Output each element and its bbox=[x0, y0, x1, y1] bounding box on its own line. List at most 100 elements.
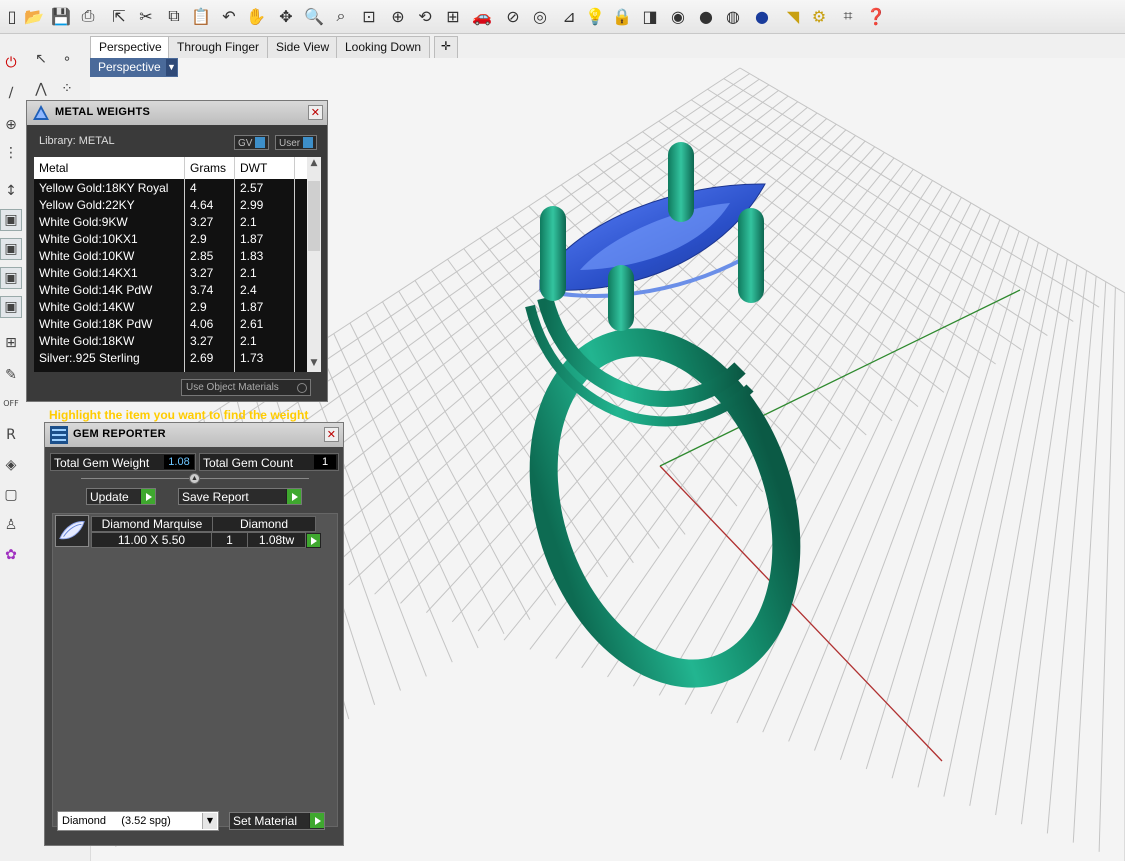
snap-icon[interactable]: ◎ bbox=[528, 4, 552, 28]
table-row[interactable]: White Gold:14K PdW 3.74 2.4 bbox=[34, 282, 306, 299]
metal-metal-cell: White Gold:10KW bbox=[39, 249, 135, 263]
box-edit-icon[interactable]: ▣ bbox=[0, 238, 22, 260]
splitter-handle-icon[interactable]: ▲ bbox=[189, 473, 200, 484]
metal-metal-cell: Silver:.925 Sterling bbox=[39, 351, 140, 365]
radius-icon[interactable]: R bbox=[0, 424, 22, 446]
export-icon[interactable]: ⇱ bbox=[107, 4, 131, 28]
car-icon[interactable]: 🚗 bbox=[470, 4, 494, 28]
frame-tool-icon[interactable]: ▢ bbox=[0, 484, 22, 506]
color-wheel-icon[interactable]: ◉ bbox=[666, 4, 690, 28]
move-tool-icon[interactable]: ↕ bbox=[0, 180, 22, 202]
undo-icon[interactable]: ↶ bbox=[217, 4, 241, 28]
table-row[interactable]: Silver:.925 Sterling 2.69 1.73 bbox=[34, 350, 306, 367]
open-folder-icon[interactable]: 📂 bbox=[22, 4, 46, 28]
scroll-down-icon[interactable]: ▼ bbox=[307, 358, 321, 372]
off-toggle-icon[interactable]: OFF bbox=[0, 392, 22, 414]
curve-tool-icon[interactable]: ∕ bbox=[0, 82, 22, 104]
figure-icon[interactable]: ♙ bbox=[0, 514, 22, 536]
table-row[interactable]: Yellow Gold:18KY Royal 4 2.57 bbox=[34, 180, 306, 197]
tab-perspective[interactable]: Perspective bbox=[90, 36, 171, 58]
tab-through-finger[interactable]: Through Finger bbox=[168, 36, 269, 58]
zoom-selected-icon[interactable]: ⊕ bbox=[386, 4, 410, 28]
tab-side-view[interactable]: Side View bbox=[267, 36, 339, 58]
table-row[interactable]: White Gold:18KW 3.27 2.1 bbox=[34, 333, 306, 350]
box-boolean-icon[interactable]: ▣ bbox=[0, 296, 22, 318]
box-tool-icon[interactable]: ▣ bbox=[0, 209, 22, 231]
settings-gear-icon[interactable]: ⚙ bbox=[807, 4, 831, 28]
metal-table-scrollbar[interactable]: ▲ ▼ bbox=[307, 157, 321, 372]
column-metal[interactable]: Metal bbox=[39, 161, 68, 175]
table-row[interactable]: White Gold:10KW 2.85 1.83 bbox=[34, 248, 306, 265]
save-report-button[interactable]: Save Report bbox=[178, 488, 302, 505]
viewport-layout-icon[interactable]: ⊞ bbox=[441, 4, 465, 28]
viewport-menu-icon[interactable]: ▼ bbox=[166, 59, 177, 76]
dimension-icon[interactable]: ⊞ bbox=[0, 332, 22, 354]
table-row[interactable]: White Gold:9KW 3.27 2.1 bbox=[34, 214, 306, 231]
close-icon[interactable]: ✕ bbox=[308, 105, 323, 120]
light-bulb-icon[interactable]: 💡 bbox=[583, 4, 607, 28]
hide-icon[interactable]: ⊘ bbox=[501, 4, 525, 28]
column-grams[interactable]: Grams bbox=[190, 161, 226, 175]
marquise-diamond[interactable] bbox=[539, 183, 766, 298]
use-object-materials-option[interactable]: Use Object Materials bbox=[181, 379, 311, 396]
undo-view-icon[interactable]: ⟲ bbox=[413, 4, 437, 28]
metal-table[interactable]: Metal Grams DWT Yellow Gold:18KY Royal 4 2… bbox=[34, 157, 321, 372]
zoom-extents-icon[interactable]: ⊡ bbox=[357, 4, 381, 28]
new-file-icon[interactable]: ▯ bbox=[0, 4, 24, 28]
metal-weights-titlebar[interactable]: METAL WEIGHTS ✕ bbox=[27, 101, 327, 125]
light-icon[interactable]: ◥ bbox=[781, 4, 805, 28]
save-icon[interactable]: 💾 bbox=[49, 4, 73, 28]
zoom-icon[interactable]: 🔍 bbox=[302, 4, 326, 28]
shaded-sphere-icon[interactable]: ● bbox=[694, 4, 718, 28]
gem-reporter-titlebar[interactable]: GEM REPORTER ✕ bbox=[45, 423, 343, 447]
table-row[interactable]: White Gold:18K PdW 4.06 2.61 bbox=[34, 316, 306, 333]
brush-icon[interactable]: ✎ bbox=[0, 364, 22, 386]
add-tab-icon[interactable]: ✛ bbox=[434, 36, 458, 58]
paste-icon[interactable]: 📋 bbox=[189, 4, 213, 28]
gv-toggle[interactable]: GV bbox=[234, 135, 270, 150]
polyline-icon[interactable]: ⋀ bbox=[30, 78, 52, 100]
tab-looking-down[interactable]: Looking Down bbox=[336, 36, 431, 58]
cut-icon[interactable]: ✂ bbox=[134, 4, 158, 28]
scroll-up-icon[interactable]: ▲ bbox=[307, 158, 321, 172]
pan-hand-icon[interactable]: ✋ bbox=[244, 4, 268, 28]
close-icon[interactable]: ✕ bbox=[324, 427, 339, 442]
copy-icon[interactable]: ⧉ bbox=[162, 4, 186, 28]
network-tool-icon[interactable]: ⋮ bbox=[0, 142, 22, 164]
use-object-materials-radio[interactable] bbox=[297, 383, 307, 393]
render-sphere-icon[interactable]: ● bbox=[750, 4, 774, 28]
metal-metal-cell: White Gold:10KX1 bbox=[39, 232, 138, 246]
sphere-tool-icon[interactable]: ⊕ bbox=[0, 114, 22, 136]
wire-sphere-icon[interactable]: ◍ bbox=[721, 4, 745, 28]
material-select[interactable]: Diamond (3.52 spg) ▼ bbox=[57, 811, 219, 831]
gear-cluster-icon[interactable]: ✿ bbox=[0, 544, 22, 566]
table-row[interactable]: Yellow Gold:22KY 4.64 2.99 bbox=[34, 197, 306, 214]
user-toggle[interactable]: User bbox=[275, 135, 318, 150]
gem-select-arrow-icon[interactable] bbox=[306, 533, 321, 548]
lock-icon[interactable]: 🔒 bbox=[610, 4, 634, 28]
column-dwt[interactable]: DWT bbox=[240, 161, 267, 175]
table-row[interactable]: White Gold:14KW 2.9 1.87 bbox=[34, 299, 306, 316]
cplane-icon[interactable]: ⊿ bbox=[557, 4, 581, 28]
grid-options-icon[interactable]: ⌗ bbox=[836, 4, 860, 28]
point-icon[interactable]: ∘ bbox=[56, 48, 78, 70]
table-row[interactable]: White Gold:14KX1 3.27 2.1 bbox=[34, 265, 306, 282]
set-material-button[interactable]: Set Material bbox=[229, 812, 325, 830]
viewport-title[interactable]: Perspective bbox=[90, 58, 178, 77]
gv-label: GV bbox=[238, 138, 253, 149]
control-points-icon[interactable]: ⁘ bbox=[56, 78, 78, 100]
help-icon[interactable]: ❓ bbox=[864, 4, 888, 28]
gem-list[interactable]: Diamond Marquise Diamond 11.00 X 5.50 1 … bbox=[52, 513, 338, 827]
view-tool-icon[interactable]: ◈ bbox=[0, 454, 22, 476]
print-icon[interactable]: ⎙ bbox=[76, 4, 100, 28]
dropdown-arrow-icon[interactable]: ▼ bbox=[202, 813, 217, 829]
update-button[interactable]: Update bbox=[86, 488, 156, 505]
zoom-window-icon[interactable]: ⌕ bbox=[329, 4, 353, 28]
rotate-view-icon[interactable]: ✥ bbox=[274, 4, 298, 28]
box-fillet-icon[interactable]: ▣ bbox=[0, 267, 22, 289]
select-arrow-icon[interactable]: ↖ bbox=[30, 48, 52, 70]
table-row[interactable]: White Gold:10KX1 2.9 1.87 bbox=[34, 231, 306, 248]
layers-icon[interactable]: ◨ bbox=[638, 4, 662, 28]
power-icon[interactable]: ⏻ bbox=[0, 52, 22, 74]
scroll-thumb[interactable] bbox=[308, 181, 320, 251]
